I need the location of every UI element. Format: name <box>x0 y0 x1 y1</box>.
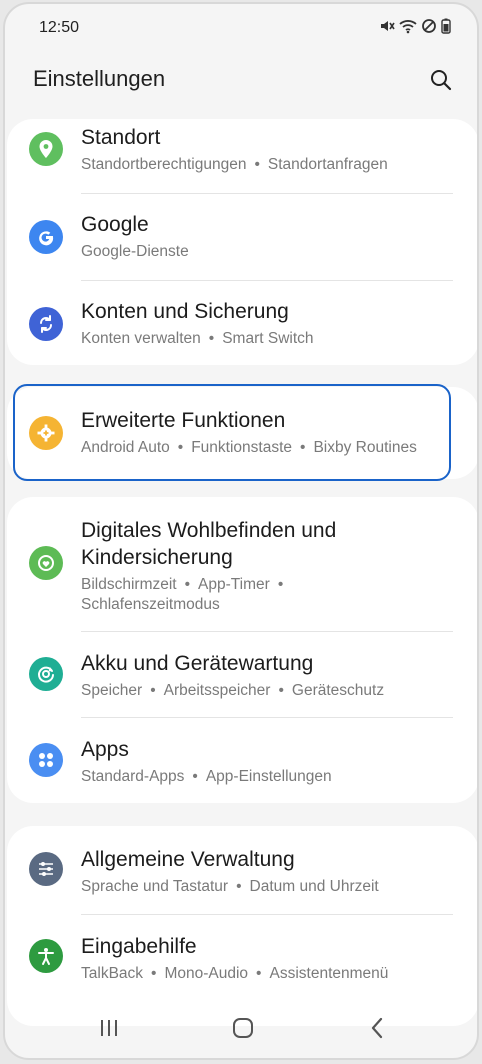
setting-general-management[interactable]: Allgemeine Verwaltung Sprache und Tastat… <box>7 826 477 914</box>
do-not-disturb-icon <box>422 19 436 33</box>
sliders-icon <box>29 852 63 886</box>
setting-subtitle: Bildschirmzeit • App-Timer • <box>81 576 284 593</box>
sync-icon <box>29 307 63 341</box>
recent-apps-button[interactable] <box>89 1012 129 1044</box>
recent-apps-icon <box>101 1020 117 1036</box>
settings-card-general: Allgemeine Verwaltung Sprache und Tastat… <box>7 826 477 1026</box>
page-title: Einstellungen <box>33 66 166 91</box>
search-icon <box>431 70 452 91</box>
setting-digital-wellbeing[interactable]: Digitales Wohlbefinden und Kindersicheru… <box>7 497 477 627</box>
setting-subtitle: Standard-Apps • App-Einstellungen <box>81 768 332 785</box>
search-button[interactable] <box>427 66 455 94</box>
navigation-bar <box>5 998 477 1058</box>
back-icon <box>371 1017 383 1039</box>
phone-screen: 12:50 Einstellungen Standort Standortber… <box>3 2 479 1060</box>
wellbeing-icon <box>29 546 63 580</box>
setting-accounts-backup[interactable]: Konten und Sicherung Konten verwalten • Sm… <box>7 281 477 365</box>
accessibility-icon <box>29 939 63 973</box>
back-button[interactable] <box>357 1012 397 1044</box>
apps-icon <box>29 743 63 777</box>
google-icon <box>29 220 63 254</box>
battery-icon <box>441 18 451 34</box>
settings-card-wellbeing: Digitales Wohlbefinden und Kindersicheru… <box>7 497 477 803</box>
setting-title: Apps <box>81 738 129 761</box>
setting-title: Allgemeine Verwaltung <box>81 848 295 871</box>
setting-subtitle: Speicher • Arbeitsspeicher • Geräteschutz <box>81 682 385 699</box>
setting-title: Akku und Gerätewartung <box>81 652 314 675</box>
device-care-icon <box>29 657 63 691</box>
setting-title: Standort <box>81 126 161 149</box>
setting-subtitle: Konten verwalten • Smart Switch <box>81 330 314 347</box>
setting-subtitle: Standortberechtigungen • Standortanfragen <box>81 156 388 173</box>
setting-apps[interactable]: Apps Standard-Apps • App-Einstellungen <box>7 718 477 803</box>
setting-subtitle: Google-Dienste <box>81 243 189 260</box>
status-time: 12:50 <box>39 19 80 36</box>
setting-google[interactable]: Google Google-Dienste <box>7 195 477 281</box>
location-icon <box>29 132 63 166</box>
wifi-icon <box>399 20 417 34</box>
setting-battery-device-care[interactable]: Akku und Gerätewartung Speicher • Arbeitss… <box>7 632 477 717</box>
home-button[interactable] <box>223 1012 263 1044</box>
setting-location[interactable]: Standort Standortberechtigungen • Standort… <box>7 119 477 195</box>
setting-subtitle: TalkBack • Mono-Audio • Assistentenmenü <box>81 965 389 982</box>
settings-card-accounts: Standort Standortberechtigungen • Standort… <box>7 119 477 365</box>
status-icons <box>379 18 451 34</box>
home-icon <box>233 1018 253 1038</box>
setting-subtitle-line2: Schlafenszeitmodus <box>81 596 220 613</box>
setting-title-line1: Digitales Wohlbefinden und <box>81 519 337 542</box>
divider <box>81 193 453 194</box>
app-header: Einstellungen <box>5 56 477 116</box>
setting-title: Eingabehilfe <box>81 935 197 958</box>
setting-title-line2: Kindersicherung <box>81 546 233 569</box>
highlight-frame <box>13 384 451 481</box>
setting-accessibility[interactable]: Eingabehilfe TalkBack • Mono-Audio • Assiste… <box>7 915 477 1003</box>
setting-subtitle: Sprache und Tastatur • Datum und Uhrzeit <box>81 878 379 895</box>
setting-title: Google <box>81 213 149 236</box>
setting-title: Konten und Sicherung <box>81 300 289 323</box>
mute-icon <box>381 21 395 31</box>
status-bar: 12:50 <box>5 4 477 56</box>
